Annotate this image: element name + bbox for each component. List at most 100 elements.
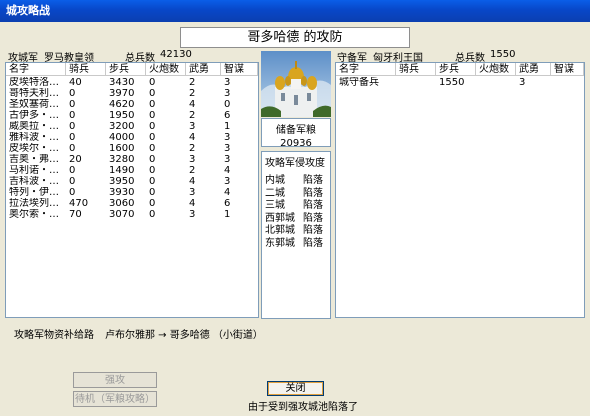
table-cell: 0 <box>69 132 76 143</box>
table-cell: 3280 <box>109 154 135 165</box>
table-cell: 1 <box>224 121 231 132</box>
table-cell: 6 <box>224 198 231 209</box>
table-cell: 皮埃特洛… <box>9 77 59 88</box>
table-cell: 0 <box>69 110 76 121</box>
table-cell: 3060 <box>109 198 135 209</box>
wait-button[interactable]: 待机（军粮攻略） <box>73 391 157 407</box>
table-cell: 3 <box>189 121 196 132</box>
reserve-value: 20936 <box>280 138 312 149</box>
table-cell: 0 <box>224 99 231 110</box>
table-row[interactable]: 城守备兵 1550 3 <box>336 77 584 88</box>
table-cell: 3070 <box>109 209 135 220</box>
close-button[interactable]: 关闭 <box>267 381 324 396</box>
column-header-0[interactable]: 名字 <box>6 63 66 76</box>
column-header-2[interactable]: 步兵 <box>106 63 146 76</box>
table-cell: 3430 <box>109 77 135 88</box>
table-cell: 1600 <box>109 143 135 154</box>
table-cell: 70 <box>69 209 82 220</box>
window-titlebar: 城攻略战 <box>0 0 590 22</box>
assault-button[interactable]: 强攻 <box>73 372 157 388</box>
table-cell: 20 <box>69 154 82 165</box>
table-cell: 4 <box>189 198 196 209</box>
table-cell: 3 <box>224 143 231 154</box>
table-cell: 4 <box>189 132 196 143</box>
table-cell: 吉科波・… <box>9 176 59 187</box>
table-cell: 拉法埃列… <box>9 198 59 209</box>
table-cell: 3 <box>224 88 231 99</box>
table-row[interactable]: 雅科波・… 0 4000 0 4 3 <box>6 132 258 143</box>
table-cell: 2 <box>189 110 196 121</box>
table-cell: 0 <box>149 88 156 99</box>
column-header-4[interactable]: 武勇 <box>516 63 551 76</box>
siege-progress-title: 攻略军侵攻度 <box>265 158 325 169</box>
column-header-4[interactable]: 武勇 <box>186 63 221 76</box>
table-cell: 0 <box>69 176 76 187</box>
table-cell: 1550 <box>439 77 465 88</box>
siege-progress-box: 攻略军侵攻度 内城 陷落 二城 陷落 三城 陷落 西郭城 陷落 北郭城 陷落 东郭城 陷落 <box>261 151 331 319</box>
table-row[interactable]: 威奥拉・… 0 3200 0 3 1 <box>6 121 258 132</box>
table-cell: 3 <box>224 132 231 143</box>
defense-army-list[interactable]: 名字 骑兵 步兵 火炮数 武勇 智谋城守备兵 1550 3 <box>335 62 585 318</box>
table-row[interactable]: 马利诺・… 0 1490 0 2 4 <box>6 165 258 176</box>
column-header-2[interactable]: 步兵 <box>436 63 476 76</box>
table-cell: 4000 <box>109 132 135 143</box>
table-cell: 0 <box>149 176 156 187</box>
table-cell: 0 <box>149 99 156 110</box>
table-row[interactable]: 圣奴塞荷… 0 4620 0 4 0 <box>6 99 258 110</box>
table-cell: 3950 <box>109 176 135 187</box>
table-cell: 3 <box>224 176 231 187</box>
table-cell: 2 <box>189 165 196 176</box>
table-cell: 哥特夫利… <box>9 88 59 99</box>
battle-banner: 哥多哈德 的攻防 <box>180 27 410 48</box>
table-cell: 0 <box>149 77 156 88</box>
table-cell: 0 <box>69 121 76 132</box>
column-header-5[interactable]: 智谋 <box>551 63 584 76</box>
table-row[interactable]: 奥尔索・… 70 3070 0 3 1 <box>6 209 258 220</box>
attack-army-list[interactable]: 名字 骑兵 步兵 火炮数 武勇 智谋 皮埃特洛… 40 3430 0 2 3 哥特夫利… 0 3970 0 2 3… <box>5 62 259 318</box>
table-cell: 3970 <box>109 88 135 99</box>
defense-total: 1550 <box>490 49 516 60</box>
column-header-0[interactable]: 名字 <box>336 63 396 76</box>
column-header-1[interactable]: 骑兵 <box>396 63 436 76</box>
table-cell: 0 <box>149 209 156 220</box>
table-row[interactable]: 哥特夫利… 0 3970 0 2 3 <box>6 88 258 99</box>
column-header-3[interactable]: 火炮数 <box>146 63 186 76</box>
column-header-5[interactable]: 智谋 <box>221 63 258 76</box>
table-cell: 2 <box>189 77 196 88</box>
table-cell: 0 <box>149 143 156 154</box>
column-header-1[interactable]: 骑兵 <box>66 63 106 76</box>
table-cell: 3 <box>189 209 196 220</box>
table-cell: 4 <box>189 99 196 110</box>
table-cell: 0 <box>69 88 76 99</box>
table-cell: 皮埃尔・… <box>9 143 59 154</box>
table-row[interactable]: 皮埃尔・… 0 1600 0 2 3 <box>6 143 258 154</box>
table-cell: 2 <box>189 143 196 154</box>
table-cell: 1490 <box>109 165 135 176</box>
table-cell: 奥尔索・… <box>9 209 59 220</box>
table-cell: 0 <box>69 187 76 198</box>
table-row[interactable]: 皮埃特洛… 40 3430 0 2 3 <box>6 77 258 88</box>
table-cell: 0 <box>149 198 156 209</box>
attack-total: 42130 <box>160 49 192 60</box>
table-cell: 0 <box>69 99 76 110</box>
table-cell: 0 <box>149 187 156 198</box>
table-row[interactable]: 特列・伊… 0 3930 0 3 4 <box>6 187 258 198</box>
table-cell: 470 <box>69 198 89 209</box>
table-cell: 0 <box>149 110 156 121</box>
table-row[interactable]: 吉科波・… 0 3950 0 4 3 <box>6 176 258 187</box>
table-cell: 4 <box>189 176 196 187</box>
table-row[interactable]: 拉法埃列… 470 3060 0 4 6 <box>6 198 258 209</box>
window-title: 城攻略战 <box>6 4 50 17</box>
column-header-3[interactable]: 火炮数 <box>476 63 516 76</box>
table-cell: 城守备兵 <box>339 77 379 88</box>
table-cell: 3 <box>189 187 196 198</box>
table-cell: 0 <box>149 132 156 143</box>
siege-item-status: 陷落 <box>303 237 323 249</box>
table-row[interactable]: 吉奥・弗… 20 3280 0 3 3 <box>6 154 258 165</box>
table-cell: 3 <box>519 77 526 88</box>
table-row[interactable]: 古伊多・… 0 1950 0 2 6 <box>6 110 258 121</box>
supply-route-label: 攻略军物资补给路 <box>14 330 94 341</box>
table-cell: 4 <box>224 187 231 198</box>
table-cell: 6 <box>224 110 231 121</box>
castle-picture <box>261 51 331 117</box>
